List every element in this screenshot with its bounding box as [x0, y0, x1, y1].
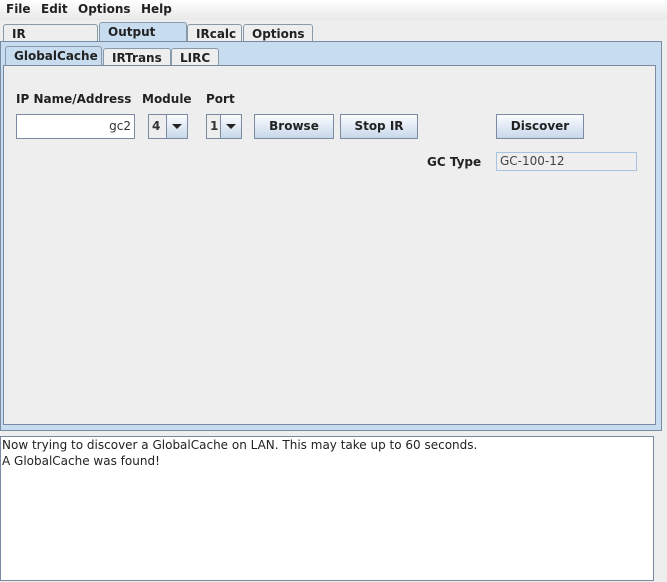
module-label: Module — [142, 92, 192, 106]
ip-label: IP Name/Address — [16, 92, 132, 106]
menu-help[interactable]: Help — [141, 2, 172, 16]
browse-button[interactable]: Browse — [254, 114, 334, 139]
tab-lirc[interactable]: LIRC — [171, 48, 219, 66]
menu-edit[interactable]: Edit — [41, 2, 68, 16]
module-value: 4 — [149, 115, 167, 138]
tab-irtrans[interactable]: IRTrans — [103, 48, 171, 66]
tab-options[interactable]: Options — [243, 24, 313, 42]
tab-ircalc[interactable]: IRcalc — [187, 24, 242, 42]
stop-ir-button[interactable]: Stop IR — [340, 114, 418, 139]
chevron-down-icon — [221, 115, 241, 138]
menu-file[interactable]: File — [6, 2, 31, 16]
discover-button[interactable]: Discover — [496, 114, 584, 139]
port-value: 1 — [207, 115, 221, 138]
tab-globalcache[interactable]: GlobalCache — [5, 46, 102, 66]
menu-bar: File Edit Options Help — [0, 0, 667, 20]
chevron-down-icon — [167, 115, 187, 138]
menu-options[interactable]: Options — [78, 2, 131, 16]
tab-ir-protocols[interactable]: IR Protocols — [3, 24, 98, 59]
log-textarea[interactable]: Now trying to discover a GlobalCache on … — [0, 436, 654, 581]
gc-type-label: GC Type — [427, 155, 482, 169]
log-line: A GlobalCache was found! — [2, 454, 160, 468]
port-select[interactable]: 1 — [206, 114, 242, 139]
ip-address-input[interactable]: gc2 — [16, 114, 135, 139]
log-line: Now trying to discover a GlobalCache on … — [2, 438, 478, 452]
port-label: Port — [206, 92, 235, 106]
module-select[interactable]: 4 — [148, 114, 188, 139]
tab-output-hw[interactable]: Output HW — [99, 22, 187, 57]
gc-type-field: GC-100-12 — [496, 152, 637, 171]
